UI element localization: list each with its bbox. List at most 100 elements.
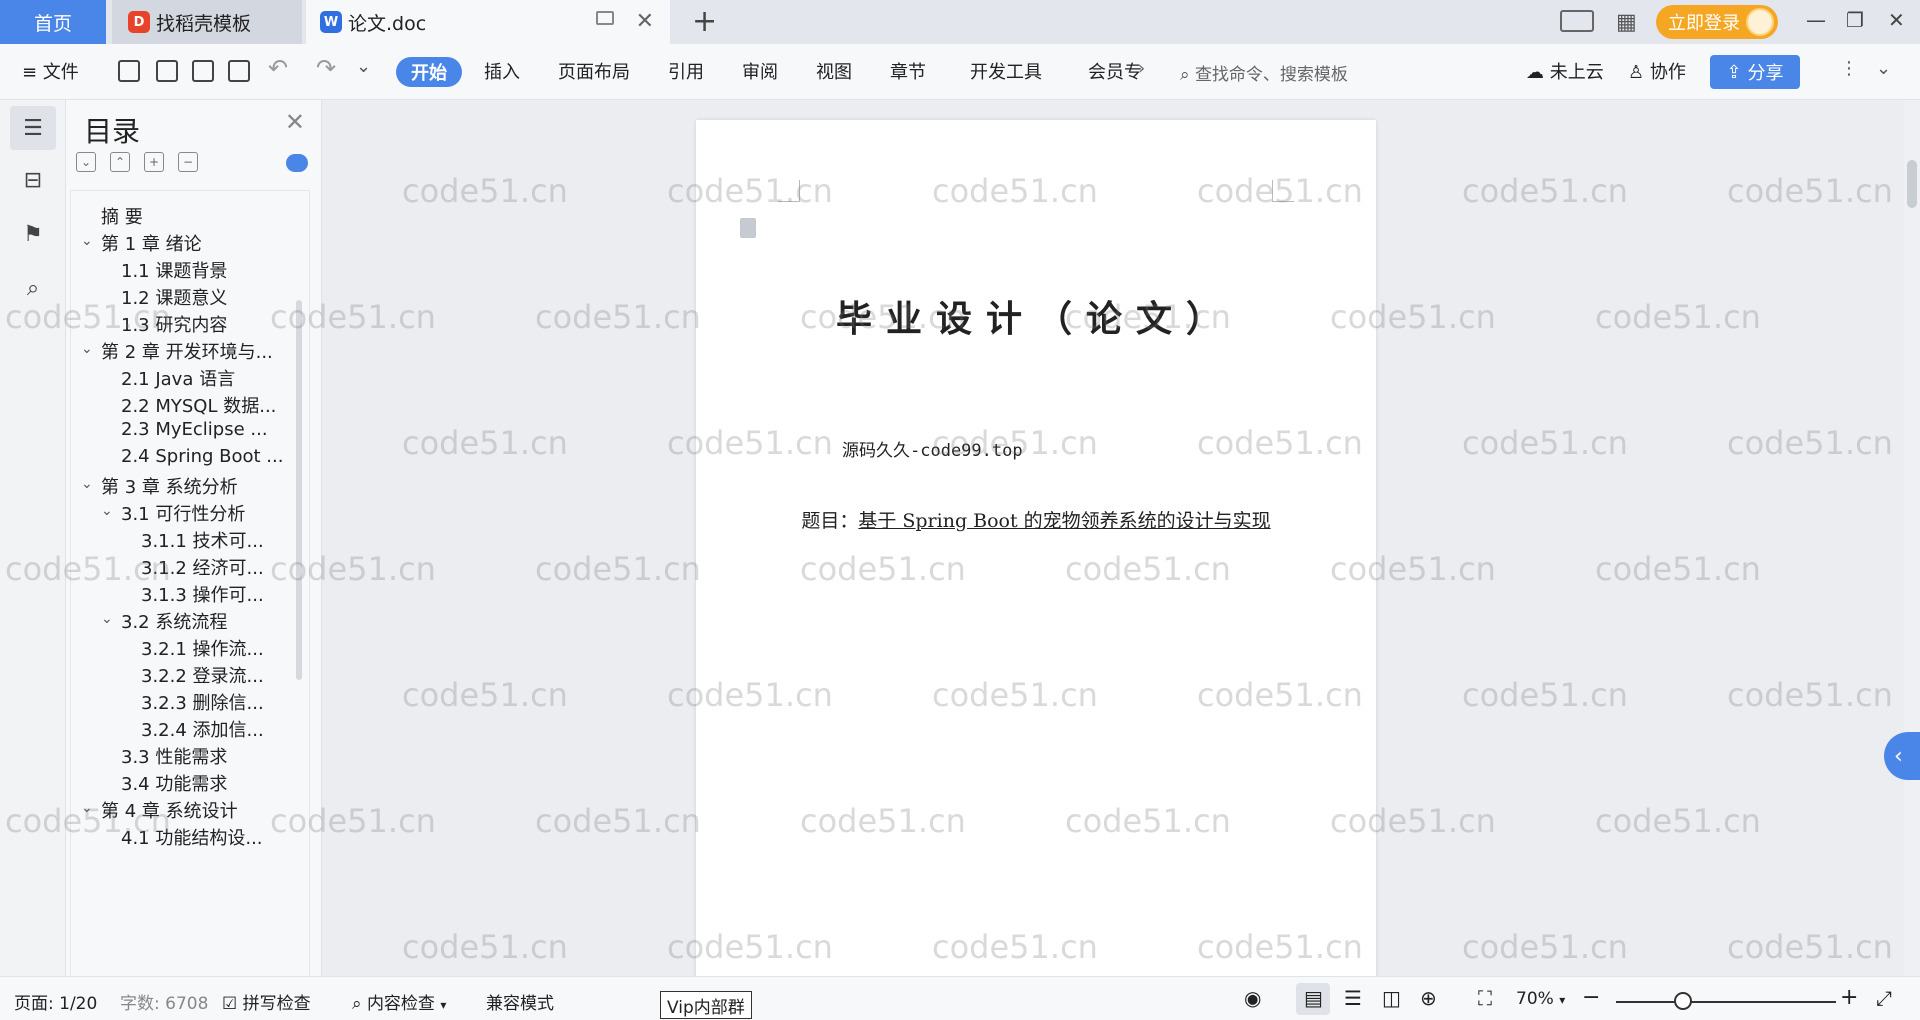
toc-item[interactable]: 3.4 功能需求 (121, 770, 227, 796)
undo-icon[interactable]: ↶ (268, 54, 288, 82)
zoom-level[interactable]: 70% ▾ (1516, 989, 1565, 1009)
toc-item[interactable]: 1.3 研究内容 (121, 311, 227, 337)
toc-item[interactable]: 第 2 章 开发环境与... (101, 338, 273, 364)
ribbon-scroll-right-icon[interactable]: › (1138, 58, 1145, 79)
close-tab-icon[interactable]: ✕ (636, 9, 654, 34)
ribbon-tab-dev-tools[interactable]: 开发工具 (970, 58, 1042, 84)
layout-toggle-icon[interactable] (1560, 10, 1594, 32)
share-button[interactable]: ⇪ 分享 (1710, 55, 1800, 89)
chevron-down-icon[interactable]: ⌄ (81, 476, 93, 492)
toc-item[interactable]: 3.2.3 删除信... (141, 689, 264, 715)
toc-item[interactable]: 3.1.2 经济可... (141, 554, 264, 580)
command-search[interactable]: ⌕ 查找命令、搜索模板 (1180, 60, 1348, 85)
toc-item[interactable]: 2.1 Java 语言 (121, 365, 235, 391)
toc-item[interactable]: 第 3 章 系统分析 (101, 473, 238, 499)
outline-view-icon[interactable]: ☰ (1344, 986, 1362, 1010)
scroll-thumb[interactable] (1907, 160, 1917, 208)
search-placeholder: 查找命令、搜索模板 (1194, 65, 1348, 85)
tab-document[interactable]: W 论文.doc ✕ (306, 0, 670, 44)
more-options-icon[interactable]: ⋮ (1840, 58, 1858, 79)
remove-heading-icon[interactable]: − (178, 152, 198, 172)
add-tab-button[interactable]: + (692, 4, 717, 39)
fit-page-icon[interactable]: ⛶ (1478, 986, 1492, 1010)
ribbon-tab-page-layout[interactable]: 页面布局 (558, 58, 630, 84)
toc-item[interactable]: 3.2 系统流程 (121, 608, 227, 634)
toc-item[interactable]: 4.1 功能结构设... (121, 824, 263, 850)
toc-item[interactable]: 第 4 章 系统设计 (101, 797, 238, 823)
maximize-icon[interactable]: ❐ (1846, 8, 1864, 32)
ribbon-tab-view[interactable]: 视图 (816, 58, 852, 84)
toc-item[interactable]: 第 1 章 绪论 (101, 230, 202, 256)
toc-item[interactable]: 1.1 课题背景 (121, 257, 227, 283)
ribbon-tab-insert[interactable]: 插入 (484, 58, 520, 84)
word-count[interactable]: 字数: 6708 (120, 989, 208, 1014)
redo-icon[interactable]: ↷ (316, 54, 336, 82)
bookmark-icon[interactable]: ⚑ (10, 212, 56, 256)
toc-scrollbar[interactable] (296, 300, 302, 680)
toc-close-icon[interactable]: ✕ (285, 108, 305, 136)
reading-view-icon[interactable]: ◫ (1382, 986, 1401, 1010)
toc-item[interactable]: 1.2 课题意义 (121, 284, 227, 310)
toc-item[interactable]: 3.2.4 添加信... (141, 716, 264, 742)
chevron-down-icon[interactable]: ⌄ (101, 611, 113, 627)
nav-outline-icon[interactable]: ⊟ (10, 158, 56, 202)
toc-item[interactable]: 摘 要 (101, 203, 143, 229)
paste-options-icon[interactable] (740, 218, 756, 238)
toc-item[interactable]: 3.2.1 操作流... (141, 635, 264, 661)
login-button[interactable]: 立即登录 (1656, 5, 1778, 39)
ribbon-tab-reference[interactable]: 引用 (668, 58, 704, 84)
toc-item[interactable]: 3.1.3 操作可... (141, 581, 264, 607)
save-icon[interactable] (118, 60, 140, 82)
toc-item[interactable]: 3.1 可行性分析 (121, 500, 245, 526)
zoom-in-icon[interactable]: + (1840, 985, 1858, 1010)
monitor-icon[interactable] (596, 11, 614, 25)
collab-button[interactable]: ♙ 协作 (1628, 58, 1686, 84)
chevron-down-icon[interactable]: ⌄ (81, 341, 93, 357)
user-add-icon: ♙ (1628, 62, 1645, 83)
chevron-down-icon[interactable]: ⌄ (101, 503, 113, 519)
file-menu-button[interactable]: ≡ 文件 (22, 58, 79, 84)
ai-assistant-icon[interactable] (286, 154, 308, 172)
document-page[interactable]: 毕业设计（论文） 源码久久-code99.top 题目：基于 Spring Bo… (696, 120, 1376, 976)
chevron-down-icon[interactable]: ⌄ (81, 233, 93, 249)
more-dropdown-icon[interactable]: ⌄ (356, 56, 371, 77)
export-icon[interactable] (156, 60, 178, 82)
add-heading-icon[interactable]: + (144, 152, 164, 172)
toc-item[interactable]: 2.2 MYSQL 数据... (121, 392, 276, 418)
page-view-icon[interactable]: ▤ (1304, 986, 1323, 1010)
zoom-out-icon[interactable]: − (1582, 985, 1600, 1010)
toc-item[interactable]: 2.4 Spring Boot ... (121, 446, 283, 467)
toc-item[interactable]: 3.3 性能需求 (121, 743, 227, 769)
tab-home[interactable]: 首页 (0, 0, 106, 44)
toc-panel-icon[interactable]: ☰ (10, 106, 56, 150)
web-view-icon[interactable]: ⊕ (1420, 986, 1437, 1010)
cloud-status[interactable]: ☁ 未上云 (1526, 58, 1604, 84)
collapse-ribbon-icon[interactable]: ⌄ (1876, 58, 1891, 79)
vertical-scrollbar[interactable] (1904, 100, 1920, 976)
window-close-icon[interactable]: ✕ (1888, 8, 1905, 32)
vip-group-badge[interactable]: Vip内部群 (660, 991, 752, 1019)
ribbon-tab-member[interactable]: 会员专 (1088, 58, 1142, 84)
print-icon[interactable] (192, 60, 214, 82)
page-indicator[interactable]: 页面: 1/20 (14, 989, 97, 1014)
expand-all-icon[interactable]: ⌄ (76, 152, 96, 172)
toc-item[interactable]: 2.3 MyEclipse ... (121, 419, 268, 440)
chevron-down-icon[interactable]: ⌄ (81, 800, 93, 816)
zoom-slider-track[interactable] (1616, 1001, 1836, 1003)
toc-item[interactable]: 3.1.1 技术可... (141, 527, 264, 553)
content-check-button[interactable]: ⌕ 内容检查 ▾ (352, 989, 446, 1014)
grid-apps-icon[interactable]: ▦ (1616, 10, 1637, 35)
fullscreen-icon[interactable]: ⤢ (1876, 986, 1892, 1010)
ribbon-tab-start[interactable]: 开始 (396, 57, 462, 87)
zoom-slider-handle[interactable] (1674, 992, 1692, 1010)
ribbon-tab-chapter[interactable]: 章节 (890, 58, 926, 84)
ribbon-tab-review[interactable]: 审阅 (742, 58, 778, 84)
search-panel-icon[interactable]: ⌕ (10, 266, 56, 310)
eye-protect-icon[interactable]: ◉ (1244, 986, 1261, 1010)
toc-item[interactable]: 3.2.2 登录流... (141, 662, 264, 688)
tab-daoke-templates[interactable]: D 找稻壳模板 (112, 0, 302, 44)
minimize-icon[interactable]: — (1806, 8, 1826, 32)
collapse-all-icon[interactable]: ⌃ (110, 152, 130, 172)
spell-check-button[interactable]: ☑ 拼写检查 (222, 989, 311, 1014)
print-preview-icon[interactable] (228, 60, 250, 82)
